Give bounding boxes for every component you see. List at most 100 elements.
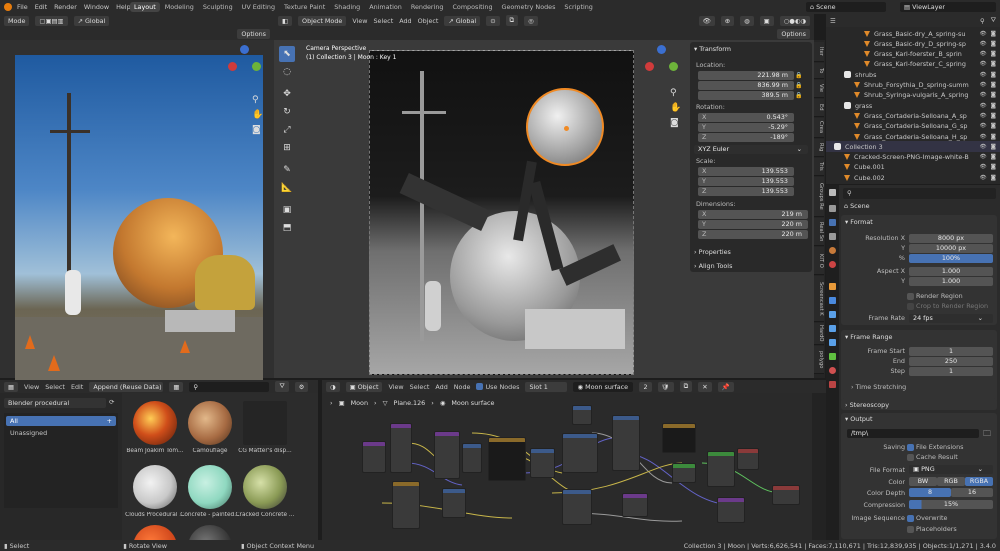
render-camera-icon[interactable]: ◙ (991, 154, 996, 160)
shader-type-dropdown[interactable]: ▣ Object (345, 381, 383, 392)
move-tool-icon[interactable]: ✥ (279, 86, 295, 102)
dimensions-y-field[interactable]: 220 m (698, 220, 808, 229)
menu-view[interactable]: View (388, 383, 403, 391)
cursor-tool-icon[interactable]: ◌ (279, 64, 295, 80)
scene-selector[interactable]: ⌂ Scene (806, 2, 886, 12)
crop-region-checkbox[interactable]: Crop to Render Region (907, 302, 988, 310)
color-rgba-button[interactable]: RGBA (965, 477, 993, 486)
nav-gizmo-x[interactable] (645, 62, 654, 71)
mode-dropdown[interactable]: Mode (4, 15, 30, 26)
shader-node[interactable] (772, 485, 800, 505)
shader-node[interactable] (612, 415, 640, 471)
shader-node[interactable] (362, 441, 386, 473)
object-tab-icon[interactable] (829, 283, 836, 290)
tab-create[interactable]: Crea (814, 118, 824, 138)
tab-screencast-keys[interactable]: Screencast K (814, 276, 824, 322)
menu-select[interactable]: Select (373, 17, 393, 25)
visibility-eye-icon[interactable]: 👁 (980, 154, 987, 160)
output-tab-icon[interactable] (829, 219, 836, 226)
asset-thumb[interactable] (133, 465, 177, 509)
frame-end-field[interactable]: 250 (909, 357, 993, 366)
material-tab-icon[interactable] (829, 367, 836, 374)
tab-geometry-nodes[interactable]: Geometry Nodes (498, 2, 560, 12)
tab-shading[interactable]: Shading (330, 2, 364, 12)
tab-layout[interactable]: Layout (130, 2, 160, 12)
selected-moon-object[interactable] (526, 88, 604, 166)
measure-tool-icon[interactable]: 📐 (279, 180, 295, 196)
res-y-field[interactable]: 10000 px (909, 244, 993, 253)
visibility-eye-icon[interactable]: 👁 (980, 92, 987, 98)
scale-tool-icon[interactable]: ⤢ (279, 122, 295, 138)
properties-search[interactable]: ⚲ (843, 188, 996, 199)
folder-icon[interactable]: 🗀 (983, 428, 991, 442)
visibility-eye-icon[interactable]: 👁 (980, 51, 987, 57)
zoom-icon[interactable]: ⚲ (252, 95, 259, 105)
placeholders-checkbox[interactable]: Placeholders (907, 525, 957, 533)
node-canvas[interactable]: › ▣ Moon › ▽ Plane.126 › ◉ Moon surface (322, 393, 812, 540)
world-tab-icon[interactable] (829, 261, 836, 268)
select-box-tool-icon[interactable]: ⬉ (279, 46, 295, 62)
pin-icon[interactable]: 📌 (717, 381, 734, 392)
tab-real-snow[interactable]: Real Sn (814, 218, 824, 246)
left-viewport[interactable]: ⚲ ✋ ◙ (0, 40, 274, 408)
frame-rate-dropdown[interactable]: 24 fps ⌄ (909, 314, 993, 323)
asset-editor-icon[interactable]: ▦ (4, 381, 19, 392)
align-tools-subpanel[interactable]: › Align Tools (694, 262, 732, 270)
render-camera-icon[interactable]: ◙ (991, 61, 996, 67)
tool-tab-icon[interactable] (829, 189, 836, 196)
shader-node[interactable] (622, 493, 648, 517)
render-tab-icon[interactable] (829, 205, 836, 212)
menu-add[interactable]: Add (435, 383, 447, 391)
properties-subpanel[interactable]: › Properties (694, 248, 731, 256)
tab-uv-editing[interactable]: UV Editing (238, 2, 279, 12)
res-x-field[interactable]: 8000 px (909, 234, 993, 243)
tab-tris[interactable]: Tris (814, 158, 824, 176)
visibility-eye-icon[interactable]: 👁 (980, 175, 987, 181)
pan-hand-icon[interactable]: ✋ (670, 103, 681, 113)
visibility-eye-icon[interactable]: 👁 (980, 82, 987, 88)
nav-gizmo-z[interactable] (657, 45, 666, 54)
menu-file[interactable]: File (17, 3, 28, 11)
tab-sculpting[interactable]: Sculpting (199, 2, 237, 12)
depth-16-button[interactable]: 16 (951, 488, 993, 497)
menu-edit[interactable]: Edit (71, 383, 83, 391)
tab-polygoniq[interactable]: polygo (814, 346, 824, 374)
xray-icon[interactable]: ▣ (759, 15, 774, 26)
visibility-eye-icon[interactable]: 👁 (980, 72, 987, 78)
menu-add[interactable]: Add (399, 17, 411, 25)
visibility-eye-icon[interactable]: 👁 (980, 123, 987, 129)
shading-modes[interactable]: ○●◐◑ (779, 15, 810, 26)
cache-result-checkbox[interactable]: Cache Result (907, 453, 958, 461)
asset-thumb[interactable] (133, 525, 177, 540)
overwrite-checkbox[interactable]: Overwrite (907, 514, 948, 522)
tab-scripting[interactable]: Scripting (560, 2, 596, 12)
render-camera-icon[interactable]: ◙ (991, 144, 996, 150)
menu-edit[interactable]: Edit (35, 3, 47, 11)
compression-slider[interactable]: 15% (909, 500, 993, 509)
render-camera-icon[interactable]: ◙ (991, 123, 996, 129)
camera-icon[interactable]: ◙ (252, 125, 261, 135)
shader-node[interactable] (562, 489, 592, 525)
blender-logo-icon[interactable] (4, 3, 12, 11)
shader-node[interactable] (442, 488, 466, 518)
stereoscopy-panel[interactable]: › Stereoscopy (841, 398, 997, 410)
scene-tab-icon[interactable] (829, 247, 836, 254)
asset-thumb[interactable] (243, 401, 287, 445)
nav-gizmo-x[interactable] (228, 62, 237, 71)
snap-icon[interactable]: ⧉ (505, 15, 519, 26)
filter-icon[interactable]: ⛛ (991, 16, 996, 25)
scale-z-field[interactable]: 139.553 (698, 187, 794, 196)
menu-view[interactable]: View (352, 17, 367, 25)
lock-icons[interactable]: 🔒 🔒 🔒 (795, 71, 802, 101)
shader-node[interactable] (390, 423, 412, 473)
editor-type-icon[interactable]: ◧ (278, 15, 293, 26)
users-count[interactable]: 2 (639, 381, 652, 392)
shader-node[interactable] (530, 448, 555, 478)
output-header[interactable]: ▾ Output (845, 415, 872, 423)
material-name-field[interactable]: ◉ Moon surface (573, 381, 634, 392)
tab-tool[interactable]: To (814, 63, 824, 79)
asset-thumb[interactable] (188, 401, 232, 445)
nav-gizmo-y[interactable] (669, 62, 678, 71)
shader-node[interactable] (572, 405, 592, 425)
frame-range-header[interactable]: ▾ Frame Range (845, 333, 892, 341)
